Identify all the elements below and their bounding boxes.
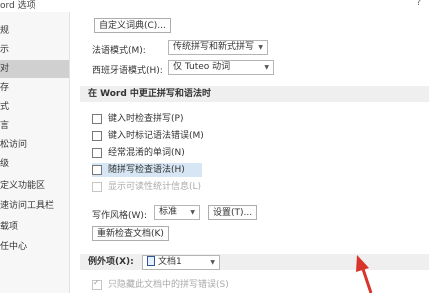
red-arrow-annotation-icon [356, 255, 373, 293]
